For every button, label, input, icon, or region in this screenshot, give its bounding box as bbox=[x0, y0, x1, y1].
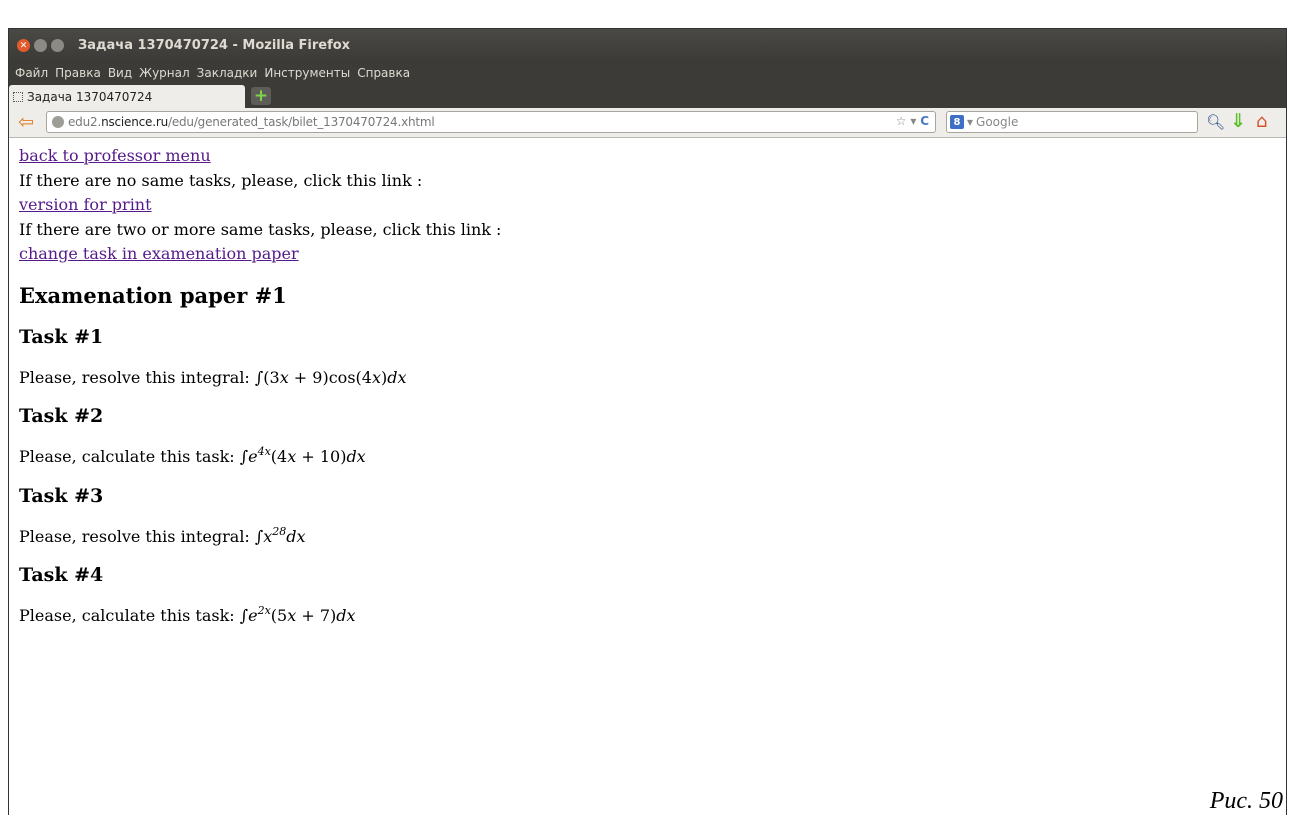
hint-same-tasks: If there are two or more same tasks, ple… bbox=[19, 219, 502, 239]
url-text: edu2.nscience.ru/edu/generated_task/bile… bbox=[68, 115, 435, 129]
menu-view[interactable]: Вид bbox=[108, 66, 132, 80]
close-icon[interactable]: ✕ bbox=[17, 39, 30, 52]
search-icon[interactable]: 🔍︎ bbox=[1206, 113, 1225, 131]
new-tab-button[interactable]: + bbox=[251, 87, 271, 105]
task-text: Please, calculate this task: ∫e2x(5x + 7… bbox=[19, 604, 356, 625]
search-placeholder: Google bbox=[976, 115, 1019, 129]
tab-title: Задача 1370470724 bbox=[27, 89, 153, 104]
change-task-link[interactable]: change task in examenation paper bbox=[19, 244, 299, 263]
chevron-down-icon[interactable]: ▾ bbox=[967, 115, 973, 129]
menu-history[interactable]: Журнал bbox=[139, 66, 190, 80]
url-bar[interactable]: edu2.nscience.ru/edu/generated_task/bile… bbox=[46, 111, 936, 133]
formula: ∫e4x(4x + 10)dx bbox=[239, 445, 366, 466]
task-text: Please, calculate this task: ∫e4x(4x + 1… bbox=[19, 445, 366, 466]
url-actions: ☆ ▾ C bbox=[896, 114, 929, 128]
home-icon[interactable]: ⌂ bbox=[1256, 111, 1267, 132]
reload-icon[interactable]: C bbox=[920, 114, 929, 128]
maximize-icon[interactable] bbox=[51, 39, 64, 52]
page-icon bbox=[13, 91, 23, 102]
back-to-menu-link[interactable]: back to professor menu bbox=[19, 146, 211, 165]
formula: ∫e2x(5x + 7)dx bbox=[239, 604, 356, 625]
minimize-icon[interactable] bbox=[34, 39, 47, 52]
menu-edit[interactable]: Правка bbox=[55, 66, 101, 80]
chevron-down-icon[interactable]: ▾ bbox=[910, 114, 916, 128]
page-content: back to professor menu If there are no s… bbox=[9, 138, 1286, 629]
task-heading: Task #2 bbox=[19, 405, 104, 427]
print-version-link[interactable]: version for print bbox=[19, 195, 152, 214]
task-heading: Task #3 bbox=[19, 484, 104, 507]
menu-file[interactable]: Файл bbox=[15, 66, 48, 80]
page-title: Examenation paper #1 bbox=[19, 282, 287, 308]
formula: ∫(3x + 9)cos(4x)dx bbox=[254, 367, 407, 387]
title-bar: ✕ Задача 1370470724 - Mozilla Firefox bbox=[9, 29, 1286, 62]
globe-icon bbox=[52, 116, 64, 128]
search-engine-icon[interactable]: 8 bbox=[950, 115, 964, 129]
download-icon[interactable]: ⇓ bbox=[1230, 110, 1246, 132]
formula: ∫x28dx bbox=[254, 524, 306, 546]
hint-no-same-tasks: If there are no same tasks, please, clic… bbox=[19, 170, 423, 190]
menu-bar: Файл Правка Вид Журнал Закладки Инструме… bbox=[9, 62, 1286, 84]
task-text: Please, resolve this integral: ∫(3x + 9)… bbox=[19, 367, 407, 387]
back-arrow-icon[interactable]: ⇦ bbox=[15, 112, 37, 132]
window-title: Задача 1370470724 - Mozilla Firefox bbox=[78, 38, 351, 53]
tab-current[interactable]: Задача 1370470724 bbox=[9, 85, 245, 108]
menu-tools[interactable]: Инструменты bbox=[264, 66, 350, 80]
plus-icon: + bbox=[253, 85, 269, 106]
task-heading: Task #4 bbox=[19, 564, 104, 586]
browser-window: ✕ Задача 1370470724 - Mozilla Firefox Фа… bbox=[8, 28, 1287, 815]
search-bar[interactable]: 8 ▾ Google bbox=[946, 111, 1198, 133]
star-icon[interactable]: ☆ bbox=[896, 114, 907, 128]
menu-help[interactable]: Справка bbox=[357, 66, 410, 80]
navigation-toolbar: ⇦ edu2.nscience.ru/edu/generated_task/bi… bbox=[9, 108, 1286, 138]
menu-bookmarks[interactable]: Закладки bbox=[197, 66, 258, 80]
tab-bar: Задача 1370470724 + bbox=[9, 84, 1286, 108]
task-text: Please, resolve this integral: ∫x28dx bbox=[19, 524, 306, 546]
figure-caption: Рис. 50 bbox=[1209, 788, 1283, 814]
task-heading: Task #1 bbox=[19, 325, 104, 348]
